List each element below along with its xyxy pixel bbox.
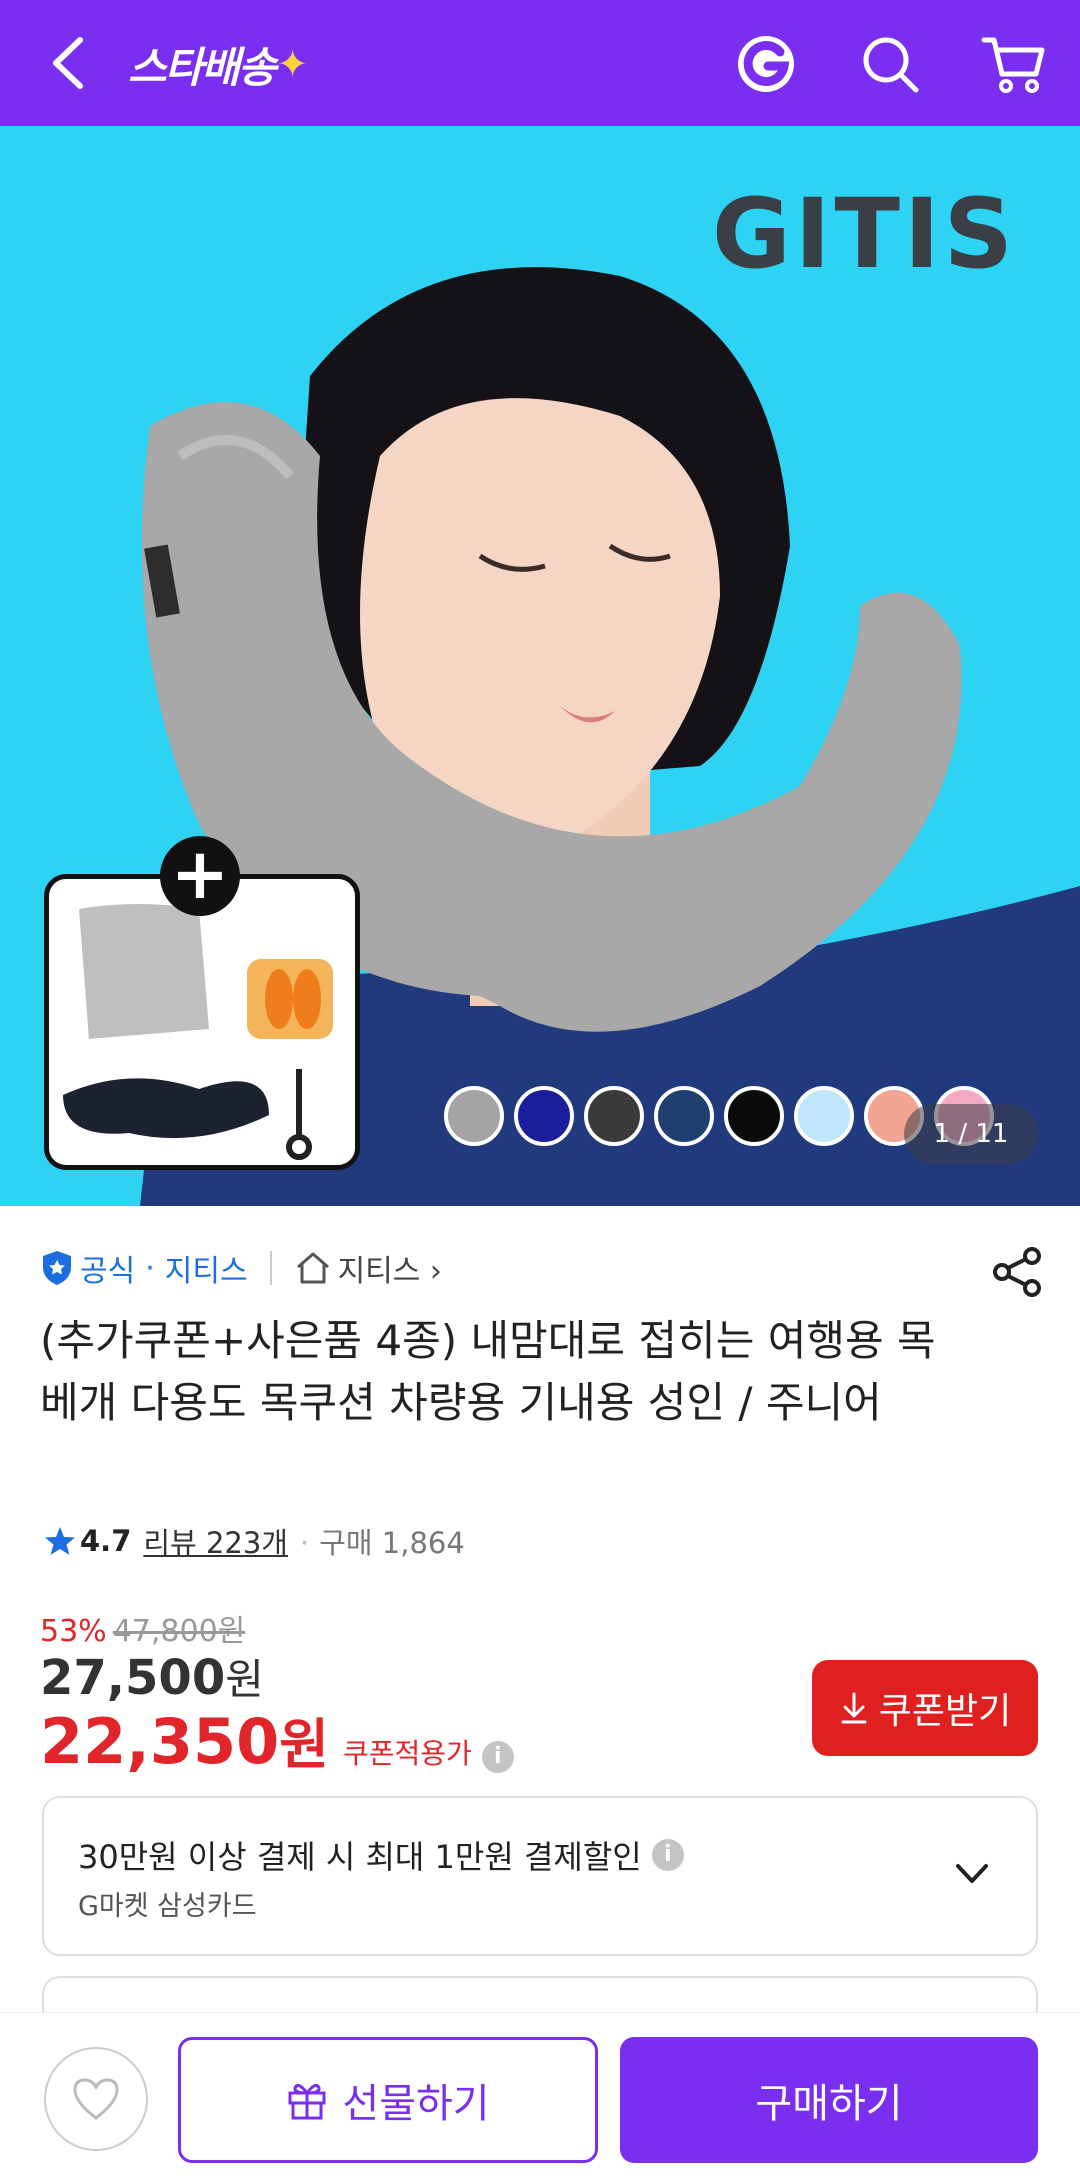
store-link[interactable]: 지티스 ›: [338, 1246, 442, 1290]
separator-dot: ·: [145, 1250, 155, 1286]
coupon-price-unit: 원: [279, 1713, 329, 1776]
card-discount-promo[interactable]: 30만원 이상 결제 시 최대 1만원 결제할인 i G마켓 삼성카드: [42, 1796, 1038, 1956]
rating-value: 4.7: [80, 1524, 132, 1558]
logo-text: 스타배송: [128, 42, 277, 92]
gift-items-box: [44, 874, 360, 1170]
buy-button[interactable]: 구매하기: [620, 2037, 1038, 2163]
color-swatch[interactable]: [794, 1086, 854, 1146]
color-swatch[interactable]: [724, 1086, 784, 1146]
sale-price-unit: 원: [225, 1655, 264, 1704]
coupon-price-note: 쿠폰적용가: [342, 1737, 472, 1770]
divider: [269, 1251, 272, 1285]
info-icon[interactable]: i: [481, 1741, 514, 1773]
get-coupon-button[interactable]: 쿠폰받기: [812, 1660, 1038, 1756]
discount-rate: 53%: [40, 1614, 107, 1649]
plus-icon: +: [160, 836, 240, 916]
star-icon: [45, 1527, 75, 1555]
original-price: 47,800원: [112, 1614, 246, 1649]
top-app-bar: 스타배송 ✦: [0, 0, 1080, 126]
sale-price-number: 27,500: [40, 1650, 226, 1706]
review-count-link[interactable]: 리뷰 223개: [143, 1520, 288, 1562]
purchase-count: 구매 1,864: [300, 1520, 465, 1562]
search-icon[interactable]: [854, 28, 926, 100]
discount-row: 53% 47,800원: [40, 1606, 245, 1650]
home-icon: [296, 1252, 329, 1284]
bottom-action-bar: 선물하기 구매하기: [0, 2012, 1080, 2183]
get-coupon-label: 쿠폰받기: [878, 1691, 1012, 1732]
star-delivery-logo[interactable]: 스타배송 ✦: [128, 34, 309, 94]
seller-name-link[interactable]: 지티스: [165, 1246, 248, 1290]
gift-button[interactable]: 선물하기: [178, 2037, 598, 2163]
back-icon[interactable]: [40, 30, 100, 96]
gift-label: 선물하기: [342, 2081, 490, 2127]
brand-logo-gitis: GITIS: [712, 178, 1017, 290]
cart-icon[interactable]: [978, 28, 1050, 100]
promo-sub-text: G마켓 삼성카드: [78, 1891, 257, 1922]
gift-icon: [288, 2083, 326, 2120]
color-swatch[interactable]: [514, 1086, 574, 1146]
promo-main-text: 30만원 이상 결제 시 최대 1만원 결제할인: [78, 1838, 642, 1876]
carousel-page-indicator: 1 / 11: [904, 1104, 1038, 1164]
info-icon[interactable]: i: [651, 1839, 684, 1871]
chevron-down-icon[interactable]: [952, 1854, 992, 1894]
g-icon[interactable]: [730, 28, 802, 100]
rating-row: 4.7 리뷰 223개 구매 1,864: [44, 1520, 465, 1562]
coupon-price: 22,350 원 쿠폰적용가 i: [40, 1700, 514, 1779]
sparkle-icon: ✦: [276, 42, 309, 86]
download-icon: [841, 1692, 867, 1724]
store-info-row: 공식 · 지티스 지티스 ›: [40, 1246, 442, 1290]
product-title: (추가쿠폰+사은품 4종) 내맘대로 접히는 여행용 목베개 다용도 목쿠션 차…: [40, 1316, 936, 1427]
color-swatch[interactable]: [444, 1086, 504, 1146]
color-swatch[interactable]: [654, 1086, 714, 1146]
promo-main: 30만원 이상 결제 시 최대 1만원 결제할인 i: [78, 1832, 684, 1878]
color-swatch[interactable]: [584, 1086, 644, 1146]
share-icon[interactable]: [992, 1246, 1044, 1298]
official-shield-icon: [43, 1251, 71, 1285]
official-label: 공식: [80, 1254, 136, 1289]
product-image-carousel[interactable]: GITIS + 1 / 11: [0, 126, 1080, 1206]
sale-price: 27,500원: [40, 1646, 264, 1707]
heart-icon: [73, 2078, 119, 2120]
buy-label: 구매하기: [755, 2081, 903, 2127]
wishlist-button[interactable]: [44, 2047, 148, 2151]
coupon-price-number: 22,350: [40, 1705, 280, 1778]
